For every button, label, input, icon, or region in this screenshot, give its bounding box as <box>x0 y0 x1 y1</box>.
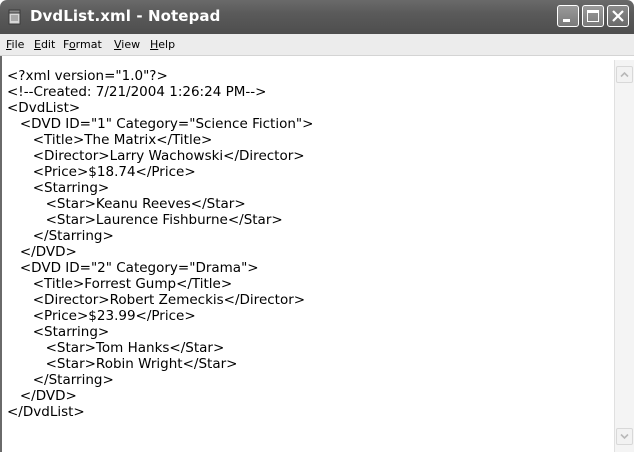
editor-line: </DVD> <box>7 388 77 404</box>
text-editor-area[interactable]: <?xml version="1.0"?> <!--Created: 7/21/… <box>3 60 613 452</box>
window-title: DvdList.xml - Notepad <box>30 7 221 25</box>
scroll-up-button[interactable] <box>616 66 633 83</box>
editor-line: <Director>Larry Wachowski</Director> <box>7 148 305 164</box>
editor-line: </DvdList> <box>7 404 85 420</box>
close-icon <box>612 10 624 22</box>
editor-line: </Starring> <box>7 228 114 244</box>
editor-line: <DVD ID="2" Category="Drama"> <box>7 260 259 276</box>
editor-line: </Starring> <box>7 372 114 388</box>
menu-help[interactable]: Help <box>150 38 175 51</box>
vertical-scrollbar[interactable] <box>614 60 634 452</box>
editor-line: <Star>Robin Wright</Star> <box>7 356 238 372</box>
menu-bar: File Edit Format View Help <box>0 34 634 56</box>
maximize-button[interactable] <box>582 5 604 27</box>
notepad-icon <box>8 9 21 25</box>
chevron-down-icon <box>620 433 629 440</box>
maximize-icon <box>587 10 599 22</box>
window-frame-left <box>0 34 2 452</box>
editor-line: <Star>Tom Hanks</Star> <box>7 340 225 356</box>
editor-line: <Starring> <box>7 180 110 196</box>
scroll-down-button[interactable] <box>616 428 633 445</box>
close-button[interactable] <box>607 5 629 27</box>
menu-file[interactable]: File <box>6 38 24 51</box>
menu-edit[interactable]: Edit <box>34 38 55 51</box>
editor-line: <Title>Forrest Gump</Title> <box>7 276 233 292</box>
editor-line: <Star>Keanu Reeves</Star> <box>7 196 246 212</box>
notepad-window: DvdList.xml - Notepad File Edit Format V… <box>0 0 634 452</box>
menu-view[interactable]: View <box>114 38 140 51</box>
menu-format[interactable]: Format <box>63 38 102 51</box>
editor-line: <Director>Robert Zemeckis</Director> <box>7 292 306 308</box>
chevron-up-icon <box>620 71 629 78</box>
editor-line: </DVD> <box>7 244 77 260</box>
editor-line: <DvdList> <box>7 100 81 116</box>
editor-line: <!--Created: 7/21/2004 1:26:24 PM--> <box>7 84 267 100</box>
editor-line: <Star>Laurence Fishburne</Star> <box>7 212 283 228</box>
editor-line: <Starring> <box>7 324 110 340</box>
editor-line: <Price>$23.99</Price> <box>7 308 196 324</box>
minimize-button[interactable] <box>557 5 579 27</box>
editor-line: <Price>$18.74</Price> <box>7 164 196 180</box>
minimize-icon <box>563 19 570 22</box>
editor-line: <?xml version="1.0"?> <box>7 68 168 84</box>
editor-line: <DVD ID="1" Category="Science Fiction"> <box>7 116 314 132</box>
title-bar[interactable]: DvdList.xml - Notepad <box>0 0 634 34</box>
editor-line: <Title>The Matrix</Title> <box>7 132 213 148</box>
